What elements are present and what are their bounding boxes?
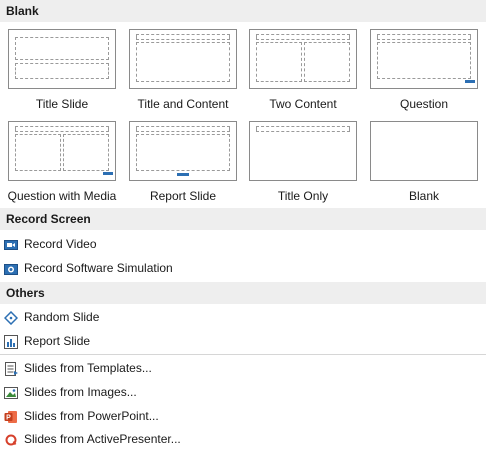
layout-question-thumbnail[interactable] [370,29,478,89]
submit-marker [103,172,113,175]
powerpoint-icon: P [4,409,18,423]
record-software-simulation-label: Record Software Simulation [24,261,173,275]
slides-from-images-menu-item[interactable]: Slides from Images... [4,381,482,403]
subtitle-placeholder [15,63,109,79]
report-slide-label: Report Slide [24,334,91,348]
record-software-simulation-menu-item[interactable]: Record Software Simulation [4,257,482,279]
layout-title-only-label: Title Only [277,189,329,203]
layout-title-only-thumbnail[interactable] [249,121,357,181]
layout-blank-label: Blank [408,189,440,203]
camera-icon [4,261,18,275]
layout-blank-thumbnail[interactable] [370,121,478,181]
submit-marker [465,80,475,83]
record-video-label: Record Video [24,237,97,251]
slides-from-powerpoint-menu-item[interactable]: P Slides from PowerPoint... [4,405,482,427]
right-content-placeholder [63,134,109,171]
layout-title-slide-thumbnail[interactable] [8,29,116,89]
slides-from-powerpoint-label: Slides from PowerPoint... [24,409,159,423]
right-content-placeholder [304,42,350,82]
content-placeholder [136,42,230,82]
content-placeholder [377,42,471,79]
activepresenter-icon [4,432,18,446]
title-placeholder [136,126,230,132]
layout-question-label: Question [399,97,449,111]
report-marker [177,173,189,176]
content-placeholder [136,134,230,171]
title-placeholder [377,34,471,40]
report-chart-icon [4,334,18,349]
blank-section-header: Blank [0,0,486,22]
layout-report-slide-label: Report Slide [149,189,217,203]
left-content-placeholder [256,42,302,82]
random-slide-icon [3,310,19,326]
slides-from-templates-label: Slides from Templates... [24,361,152,375]
title-placeholder [15,37,109,60]
template-icon [4,361,18,376]
slides-from-templates-menu-item[interactable]: Slides from Templates... [4,357,482,379]
menu-separator [0,354,486,355]
title-placeholder [15,126,109,132]
svg-text:P: P [6,415,11,422]
record-screen-section-header: Record Screen [0,208,486,230]
slides-from-activepresenter-label: Slides from ActivePresenter... [24,432,181,446]
image-icon [4,385,18,399]
title-placeholder [256,126,350,132]
report-slide-menu-item[interactable]: Report Slide [4,330,482,352]
layout-question-with-media-thumbnail[interactable] [8,121,116,181]
record-video-menu-item[interactable]: Record Video [4,233,482,255]
title-placeholder [256,34,350,40]
layout-report-slide-thumbnail[interactable] [129,121,237,181]
slides-from-images-label: Slides from Images... [24,385,137,399]
left-content-placeholder [15,134,61,171]
title-placeholder [136,34,230,40]
random-slide-menu-item[interactable]: Random Slide [3,306,482,328]
layout-two-content-thumbnail[interactable] [249,29,357,89]
layout-two-content-label: Two Content [269,97,337,111]
layout-title-and-content-thumbnail[interactable] [129,29,237,89]
layout-title-and-content-label: Title and Content [137,97,229,111]
video-camera-icon [4,237,18,251]
layout-title-slide-label: Title Slide [35,97,89,111]
others-section-header: Others [0,282,486,304]
random-slide-label: Random Slide [24,310,100,324]
layout-question-with-media-label: Question with Media [7,189,117,203]
slides-from-activepresenter-menu-item[interactable]: Slides from ActivePresenter... [4,428,482,450]
